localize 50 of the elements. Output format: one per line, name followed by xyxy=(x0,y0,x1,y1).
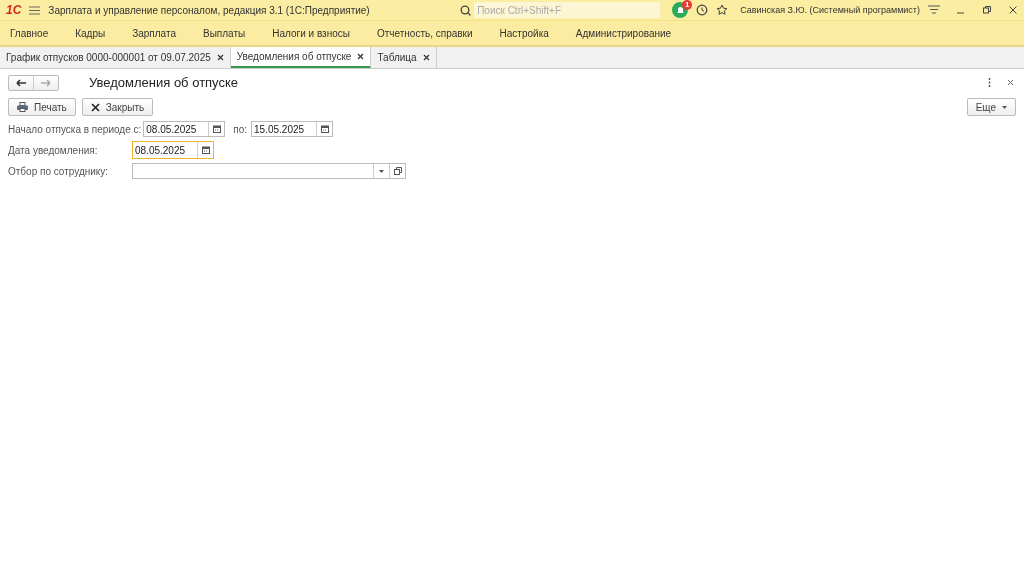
menu-item[interactable]: Отчетность, справки xyxy=(376,27,473,39)
settings-menu-icon[interactable] xyxy=(928,5,940,15)
date-field[interactable]: 08.05.2025 xyxy=(143,121,226,137)
close-button[interactable]: Закрыть xyxy=(81,98,154,116)
field-label: по: xyxy=(233,123,248,135)
menu-item[interactable]: Главное xyxy=(10,27,49,39)
tab[interactable]: График отпусков 0000-000001 от 09.07.2025 xyxy=(0,47,231,68)
bell-icon xyxy=(675,5,685,15)
restore-icon[interactable] xyxy=(982,5,992,15)
close-icon[interactable] xyxy=(216,54,224,61)
calendar-icon xyxy=(201,146,210,154)
menu-item[interactable]: Налоги и взносы xyxy=(272,27,350,39)
field-label: Начало отпуска в периоде с: xyxy=(8,123,142,135)
menu-item[interactable]: Зарплата xyxy=(132,27,176,39)
close-icon[interactable] xyxy=(357,53,365,60)
search-icon xyxy=(460,4,472,16)
star-icon[interactable] xyxy=(716,4,729,16)
calendar-icon xyxy=(212,125,221,133)
close-icon[interactable] xyxy=(1008,5,1018,15)
app-logo: 1С xyxy=(6,3,22,17)
print-button[interactable]: Печать xyxy=(8,98,76,116)
date-field[interactable]: 15.05.2025 xyxy=(251,121,334,137)
field-label: Дата уведомления: xyxy=(8,144,99,156)
user-name[interactable]: Савинская З.Ю. (Системный программист) xyxy=(740,5,920,15)
close-icon xyxy=(90,102,100,112)
window-title: Зарплата и управление персоналом, редакция 3.1 (1С:Предприятие) xyxy=(48,4,371,16)
close-icon[interactable] xyxy=(1007,79,1014,86)
dropdown-caret-icon[interactable] xyxy=(379,169,384,173)
menu-item[interactable]: Кадры xyxy=(75,27,106,39)
calendar-icon xyxy=(320,125,329,133)
select-field[interactable] xyxy=(132,163,406,179)
dropdown-caret-icon xyxy=(1002,105,1007,109)
date-field[interactable]: 08.05.2025 xyxy=(132,141,214,159)
form-title: Уведомления об отпуске xyxy=(89,75,240,90)
search-field[interactable]: Поиск Ctrl+Shift+F xyxy=(474,2,661,18)
more-button[interactable]: Еще xyxy=(966,98,1016,116)
open-icon[interactable] xyxy=(393,167,402,175)
notification-count: 1 xyxy=(682,0,693,10)
printer-icon xyxy=(17,102,28,112)
field-label: Отбор по сотруднику: xyxy=(8,165,110,177)
history-icon[interactable] xyxy=(696,4,709,16)
menu-item[interactable]: Администрирование xyxy=(575,27,672,39)
close-icon[interactable] xyxy=(422,54,430,61)
tab[interactable]: Таблица xyxy=(371,47,437,68)
notification-button[interactable]: 1 xyxy=(672,2,689,18)
tab[interactable]: Уведомления об отпуске xyxy=(230,47,372,68)
menu-item[interactable]: Выплаты xyxy=(203,27,246,39)
more-options-icon[interactable] xyxy=(988,78,991,87)
menu-item[interactable]: Настройка xyxy=(499,27,549,39)
menu-icon[interactable] xyxy=(29,5,41,15)
